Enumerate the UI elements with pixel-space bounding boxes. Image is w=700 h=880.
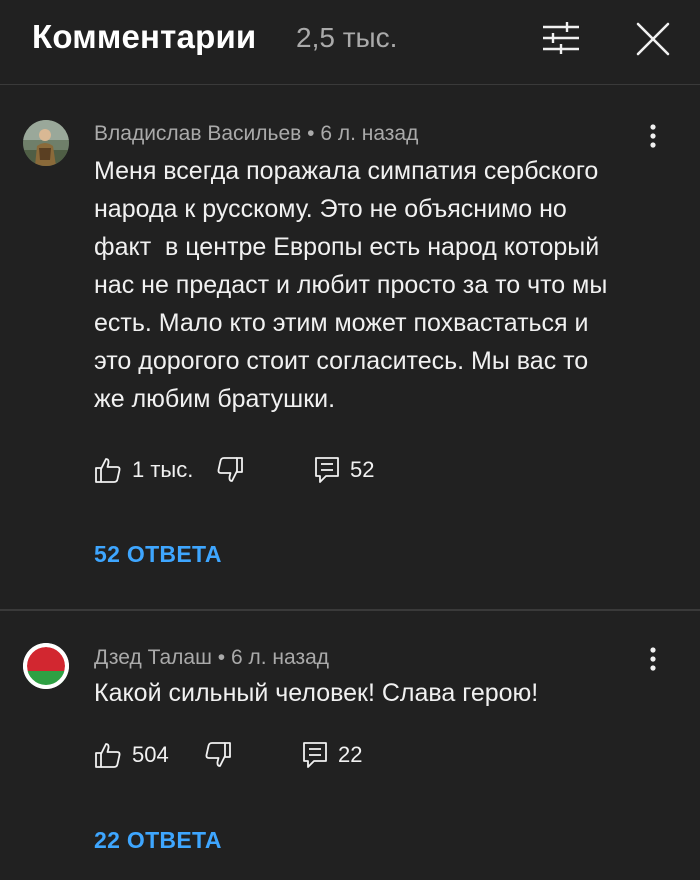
- like-button[interactable]: 504: [94, 738, 169, 772]
- dislike-button[interactable]: [204, 738, 232, 772]
- comment-actions: 504 22: [94, 738, 654, 772]
- avatar[interactable]: [23, 120, 69, 166]
- dislike-button[interactable]: [216, 453, 244, 487]
- view-replies-link[interactable]: 22 ОТВЕТА: [94, 827, 222, 854]
- comment-meta: Дзед Талаш • 6 л. назад: [94, 646, 330, 669]
- comment-item: Владислав Васильев • 6 л. назад Меня все…: [0, 84, 700, 611]
- comment-text: Меня всегда поражала симпатия сербского …: [94, 157, 608, 413]
- comment-actions: 1 тыс. 52: [94, 453, 654, 487]
- avatar[interactable]: [23, 643, 69, 689]
- comments-header: Комментарии 2,5 тыс.: [0, 0, 700, 85]
- thumbs-down-icon: [217, 457, 243, 482]
- more-vert-icon: [650, 647, 656, 671]
- more-options-button[interactable]: [640, 118, 666, 154]
- thumbs-up-icon: [95, 458, 121, 483]
- reply-button[interactable]: 22: [302, 738, 362, 772]
- filter-button[interactable]: [538, 18, 584, 58]
- belarus-flag-icon: [23, 643, 69, 689]
- more-options-button[interactable]: [640, 641, 666, 677]
- reply-button[interactable]: 52: [314, 453, 374, 487]
- comment-item: Дзед Талаш • 6 л. назад Какой сильный че…: [0, 611, 700, 880]
- thumbs-up-icon: [95, 743, 121, 768]
- like-count: 504: [132, 742, 169, 767]
- thumbs-down-icon: [205, 742, 231, 767]
- close-button[interactable]: [630, 16, 676, 62]
- comment-icon: [315, 457, 339, 483]
- comment-meta: Владислав Васильев • 6 л. назад: [94, 122, 419, 145]
- close-icon: [636, 22, 670, 56]
- like-button[interactable]: 1 тыс.: [94, 453, 193, 487]
- comment-icon: [303, 742, 327, 768]
- comment-text: Какой сильный человек! Слава герою!: [94, 679, 539, 707]
- sliders-icon: [543, 22, 579, 54]
- like-count: 1 тыс.: [132, 457, 194, 482]
- comments-count: 2,5 тыс.: [296, 22, 398, 53]
- more-vert-icon: [650, 124, 656, 148]
- reply-count: 52: [350, 457, 375, 482]
- header-title: Комментарии: [32, 18, 257, 55]
- user-photo-icon: [23, 120, 69, 166]
- view-replies-link[interactable]: 52 ОТВЕТА: [94, 541, 222, 568]
- reply-count: 22: [338, 742, 363, 767]
